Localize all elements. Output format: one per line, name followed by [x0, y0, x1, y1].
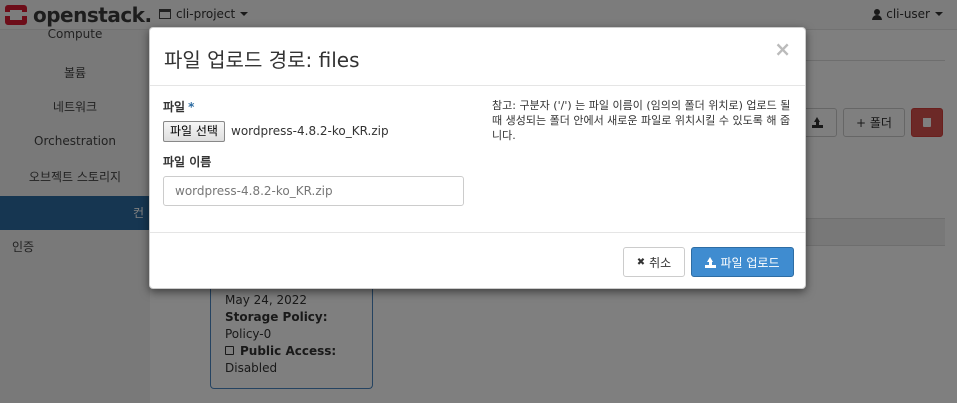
file-name-label: 파일 이름	[163, 155, 212, 169]
file-name-input[interactable]: wordpress-4.8.2-ko_KR.zip	[163, 176, 464, 206]
dialog-body: 파일 * 파일 선택 wordpress-4.8.2-ko_KR.zip 파일 이…	[150, 86, 805, 232]
dialog-title: 파일 업로드 경로: files	[164, 48, 360, 72]
help-text: 참고: 구분자 ('/') 는 파일 이름이 (임의의 폴더 위치로) 업로드 …	[492, 99, 791, 142]
upload-file-dialog: 파일 업로드 경로: files × 파일 * 파일 선택 wordpress-4…	[149, 27, 806, 289]
required-asterisk: *	[188, 100, 195, 114]
close-icon[interactable]: ×	[774, 38, 791, 60]
upload-file-submit-button[interactable]: 파일 업로드	[691, 247, 794, 277]
dialog-footer: ✖ 취소 파일 업로드	[150, 232, 805, 289]
upload-label: 파일 업로드	[720, 255, 780, 270]
cancel-button[interactable]: ✖ 취소	[623, 247, 685, 277]
cancel-label: 취소	[649, 255, 672, 270]
choose-file-button[interactable]: 파일 선택	[163, 121, 225, 142]
dialog-header: 파일 업로드 경로: files ×	[150, 28, 805, 86]
file-field-label: 파일 *	[163, 98, 194, 115]
upload-icon	[705, 256, 717, 268]
chosen-file-name: wordpress-4.8.2-ko_KR.zip	[231, 124, 389, 138]
close-icon: ✖	[636, 256, 646, 268]
file-label-text: 파일	[163, 100, 186, 114]
